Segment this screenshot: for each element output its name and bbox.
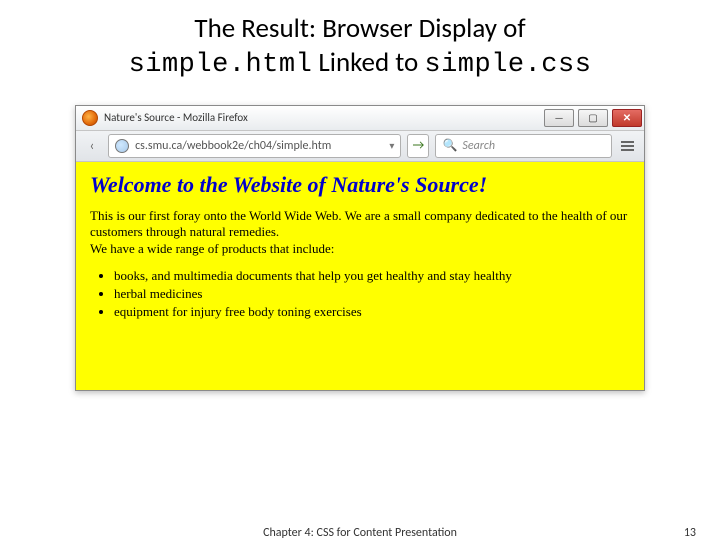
para-line-1: This is our first foray onto the World W… — [90, 208, 627, 240]
page-list: books, and multimedia documents that hel… — [90, 268, 630, 320]
hamburger-line-icon — [621, 141, 634, 143]
maximize-button[interactable]: ▢ — [578, 109, 608, 127]
close-button[interactable]: ✕ — [612, 109, 642, 127]
slide-page-number: 13 — [684, 526, 696, 540]
title-line1: The Result: Browser Display of — [194, 12, 525, 45]
back-button[interactable]: ‹ — [82, 135, 102, 157]
slide-footer: Chapter 4: CSS for Content Presentation — [0, 526, 720, 540]
list-item: equipment for injury free body toning ex… — [114, 304, 630, 320]
url-text: cs.smu.ca/webbook2e/ch04/simple.htm — [135, 139, 383, 153]
globe-icon — [115, 139, 129, 153]
page-paragraph: This is our first foray onto the World W… — [90, 208, 630, 259]
browser-toolbar: ‹ cs.smu.ca/webbook2e/ch04/simple.htm ▾ … — [76, 131, 644, 162]
hamburger-menu-button[interactable] — [618, 135, 638, 157]
minimize-button[interactable]: — — [544, 109, 574, 127]
search-icon: 🔍 — [442, 138, 457, 153]
page-heading: Welcome to the Website of Nature's Sourc… — [90, 172, 630, 198]
title-mid: Linked to — [312, 46, 424, 79]
list-item: herbal medicines — [114, 286, 630, 302]
window-title-text: Nature's Source - Mozilla Firefox — [104, 111, 544, 124]
para-line-2: We have a wide range of products that in… — [90, 241, 334, 256]
hamburger-line-icon — [621, 145, 634, 147]
go-button[interactable]: → — [407, 134, 429, 158]
hamburger-line-icon — [621, 149, 634, 151]
address-bar[interactable]: cs.smu.ca/webbook2e/ch04/simple.htm ▾ — [108, 134, 401, 158]
slide-title: The Result: Browser Display of simple.ht… — [0, 12, 720, 83]
browser-window: Nature's Source - Mozilla Firefox — ▢ ✕ … — [75, 105, 645, 391]
window-titlebar: Nature's Source - Mozilla Firefox — ▢ ✕ — [76, 106, 644, 131]
title-mono-2: simple.css — [424, 50, 591, 80]
search-placeholder: Search — [462, 139, 495, 153]
page-viewport: Welcome to the Website of Nature's Sourc… — [76, 162, 644, 390]
url-dropdown-icon[interactable]: ▾ — [389, 139, 394, 152]
search-bar[interactable]: 🔍 Search — [435, 134, 611, 158]
list-item: books, and multimedia documents that hel… — [114, 268, 630, 284]
firefox-icon — [82, 110, 98, 126]
title-mono-1: simple.html — [129, 50, 313, 80]
